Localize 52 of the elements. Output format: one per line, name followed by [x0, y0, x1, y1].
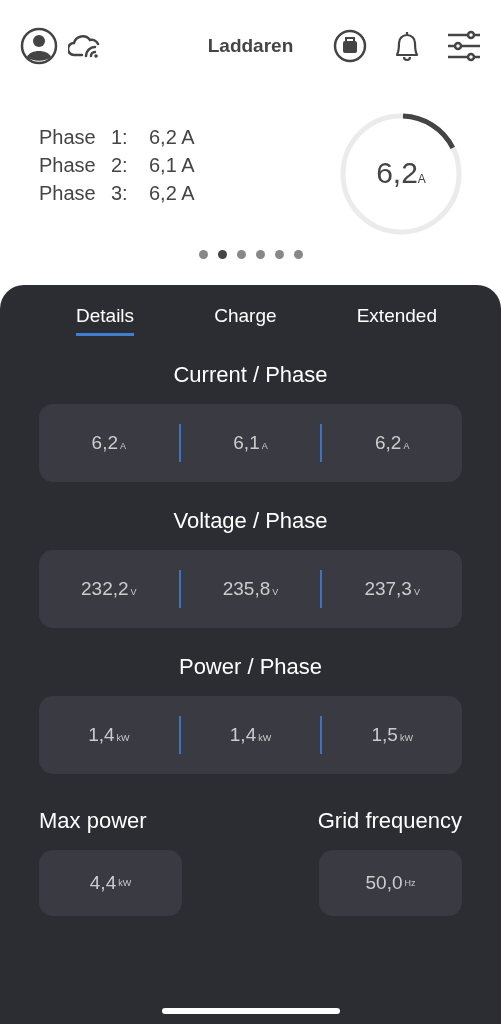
- metric-unit: kW: [118, 878, 132, 888]
- metric-value: 50,0: [365, 872, 403, 894]
- gauge-unit: A: [417, 172, 426, 186]
- metric-unit: Hz: [404, 878, 416, 888]
- page-dot[interactable]: [274, 250, 284, 259]
- metric-value: 237,3: [364, 578, 412, 599]
- gauge-value: 6,2: [376, 156, 418, 189]
- metric-value: 232,2: [81, 578, 129, 599]
- metric-unit: A: [261, 441, 268, 451]
- bag-icon[interactable]: [333, 29, 367, 63]
- metric-value: 6,1: [233, 432, 260, 453]
- page-dot[interactable]: [198, 250, 208, 259]
- phase-number: 3:: [111, 182, 129, 205]
- tab[interactable]: Details: [76, 303, 135, 336]
- phase-label: Phase: [39, 154, 97, 177]
- metric-unit: A: [120, 441, 127, 451]
- metric-unit: A: [403, 441, 410, 451]
- metric-title: Max power: [39, 808, 148, 834]
- metric-value: 6,2: [374, 432, 402, 453]
- metric-title: Grid frequency: [317, 808, 462, 834]
- page-dot[interactable]: [217, 250, 227, 259]
- metric-unit: V: [413, 587, 420, 597]
- group-title: Current / Phase: [172, 362, 329, 388]
- tab[interactable]: Extended: [356, 303, 437, 336]
- header-title: Laddaren: [206, 35, 295, 57]
- metric-unit: V: [272, 587, 279, 597]
- page-dot[interactable]: [293, 250, 303, 259]
- phase-value: 6,1 A: [149, 154, 195, 177]
- phase-label: Phase: [39, 182, 97, 205]
- metric-value: 1,5: [371, 724, 398, 745]
- metric-unit: kW: [399, 733, 413, 743]
- group-title: Power / Phase: [177, 654, 324, 680]
- phase-number: 1:: [111, 126, 129, 149]
- phase-number: 2:: [111, 154, 129, 177]
- settings-icon[interactable]: [447, 30, 481, 62]
- page-dot[interactable]: [236, 250, 246, 259]
- metric-value: 1,4: [229, 724, 257, 745]
- metric-value: 6,2: [91, 432, 119, 453]
- phase-label: Phase: [39, 126, 97, 149]
- metric-unit: kW: [258, 733, 272, 743]
- metric-unit: V: [130, 587, 137, 597]
- metric-value: 4,4: [89, 872, 117, 894]
- metric-value: 235,8: [222, 578, 271, 599]
- gauge-arc: [402, 113, 455, 150]
- metric-unit: kW: [116, 733, 130, 743]
- page-dot[interactable]: [255, 250, 265, 259]
- phase-value: 6,2 A: [149, 126, 195, 149]
- metric-value: 1,4: [88, 724, 115, 745]
- user-icon[interactable]: [20, 27, 58, 65]
- tab[interactable]: Charge: [214, 303, 277, 336]
- phase-value: 6,2 A: [149, 182, 195, 205]
- group-title: Voltage / Phase: [172, 508, 329, 534]
